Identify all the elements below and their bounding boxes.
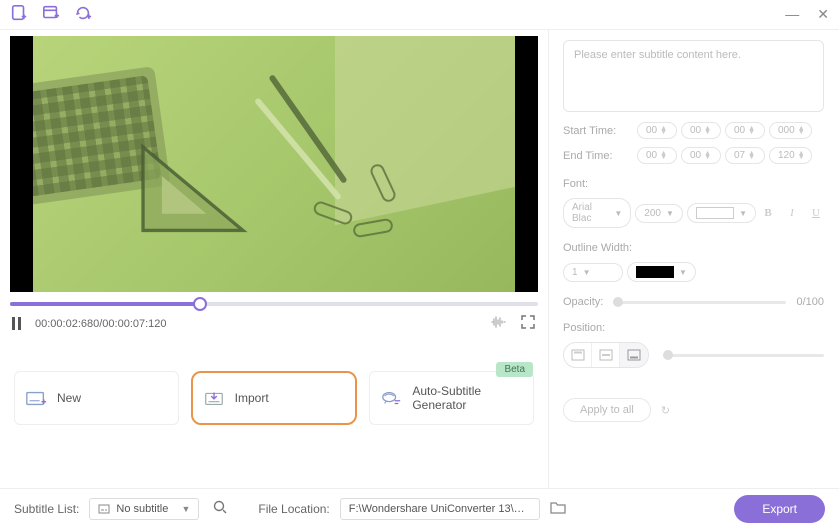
fullscreen-icon[interactable] (520, 314, 536, 333)
seek-bar[interactable] (10, 302, 538, 306)
search-icon[interactable] (213, 500, 228, 518)
subtitle-list-dropdown[interactable]: No subtitle▼ (89, 498, 199, 520)
bold-button[interactable]: B (760, 207, 776, 219)
font-family-select[interactable]: Arial Blac▼ (563, 198, 631, 228)
right-panel: Please enter subtitle content here. Star… (548, 30, 838, 488)
refresh-add-icon[interactable] (74, 4, 92, 25)
underline-button[interactable]: U (808, 207, 824, 219)
footer-bar: Subtitle List: No subtitle▼ File Locatio… (0, 488, 839, 528)
add-window-icon[interactable] (42, 4, 60, 25)
file-location-input[interactable]: F:\Wondershare UniConverter 13\SubEdi (340, 498, 540, 520)
end-minutes[interactable]: 00▲▼ (681, 147, 721, 164)
auto-subtitle-label: Auto-Subtitle Generator (412, 384, 523, 412)
file-location-label: File Location: (258, 502, 329, 516)
close-button[interactable]: ✕ (817, 6, 829, 23)
start-seconds[interactable]: 00▲▼ (725, 122, 765, 139)
pause-button[interactable] (12, 317, 21, 330)
new-card[interactable]: New (14, 371, 179, 425)
position-slider[interactable] (663, 354, 824, 357)
outline-color-select[interactable]: ▼ (627, 262, 696, 282)
start-minutes[interactable]: 00▲▼ (681, 122, 721, 139)
font-label: Font: (563, 178, 824, 190)
new-card-label: New (57, 391, 81, 405)
end-hours[interactable]: 00▲▼ (637, 147, 677, 164)
beta-badge: Beta (496, 362, 533, 377)
title-bar: — ✕ (0, 0, 839, 30)
outline-width-label: Outline Width: (563, 242, 824, 254)
start-hours[interactable]: 00▲▼ (637, 122, 677, 139)
font-size-select[interactable]: 200▼ (635, 204, 683, 223)
subtitle-textarea[interactable]: Please enter subtitle content here. (563, 40, 824, 112)
end-ms[interactable]: 120▲▼ (769, 147, 812, 164)
start-ms[interactable]: 000▲▼ (769, 122, 812, 139)
folder-icon[interactable] (550, 500, 566, 517)
opacity-label: Opacity: (563, 296, 603, 308)
auto-subtitle-card[interactable]: Beta Auto-Subtitle Generator (369, 371, 534, 425)
apply-all-button[interactable]: Apply to all (563, 398, 651, 422)
minimize-button[interactable]: — (785, 6, 799, 23)
audio-waveform-icon[interactable] (490, 314, 506, 333)
export-button[interactable]: Export (734, 495, 825, 523)
end-seconds[interactable]: 07▲▼ (725, 147, 765, 164)
reset-icon[interactable]: ↻ (661, 404, 670, 417)
video-preview[interactable] (10, 36, 538, 292)
end-time-label: End Time: (563, 150, 633, 162)
position-label: Position: (563, 322, 824, 334)
position-middle[interactable] (592, 343, 620, 367)
italic-button[interactable]: I (784, 207, 800, 219)
opacity-value: 0/100 (796, 296, 824, 308)
position-top[interactable] (564, 343, 592, 367)
outline-width-select[interactable]: 1▼ (563, 263, 623, 282)
import-card[interactable]: Import (191, 371, 358, 425)
subtitle-list-label: Subtitle List: (14, 502, 79, 516)
add-file-icon[interactable] (10, 4, 28, 25)
opacity-slider[interactable] (613, 301, 786, 304)
import-card-label: Import (235, 391, 269, 405)
left-panel: 00:00:02:680/00:00:07:120 New Import Bet… (0, 30, 548, 488)
start-time-label: Start Time: (563, 125, 633, 137)
font-color-select[interactable]: ▼ (687, 203, 756, 223)
time-display: 00:00:02:680/00:00:07:120 (35, 318, 167, 330)
position-bottom[interactable] (620, 343, 648, 367)
